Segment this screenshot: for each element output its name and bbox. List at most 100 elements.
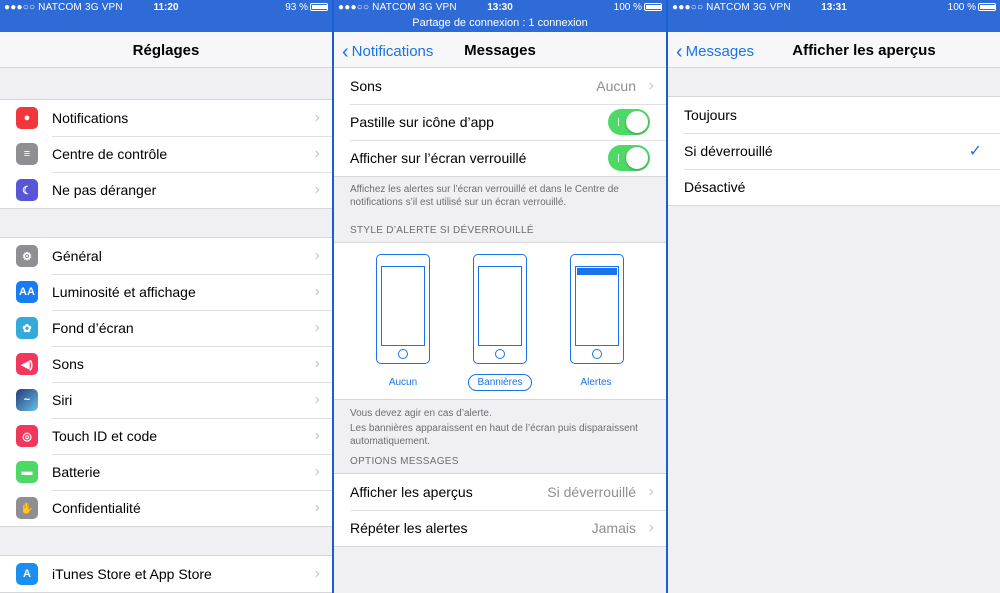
app-store-icon: A [16, 563, 38, 585]
chevron-right-icon: › [648, 519, 654, 536]
hand-icon: ✋ [16, 497, 38, 519]
gear-icon: ⚙ [16, 245, 38, 267]
checkmark-icon: ✓ [968, 143, 982, 160]
status-bar: ●●●○○ NATCOM 3G VPN 11:20 93 % [0, 0, 332, 16]
settings-row-siri[interactable]: ~ Siri › [0, 382, 332, 418]
nav-bar: Réglages [0, 32, 332, 68]
chevron-right-icon: › [314, 319, 320, 336]
alert-style-footer-2: Les bannières apparaissent en haut de l’… [350, 423, 638, 447]
chevron-right-icon: › [314, 181, 320, 198]
row-label: Afficher sur l’écran verrouillé [350, 150, 527, 166]
settings-group-1: ● Notifications › ≡ Centre de contrôle › ☾ Ne… [0, 99, 332, 209]
row-label: Siri [52, 392, 73, 408]
chevron-right-icon: › [648, 77, 654, 94]
alert-style-banners-label[interactable]: Bannières [468, 374, 532, 391]
battery-percent: 100 % [613, 2, 642, 13]
settings-group-2: ⚙ Général › AA Luminosité et affichage › ✿ Fo… [0, 237, 332, 527]
alert-style-banners-option[interactable] [473, 254, 527, 364]
settings-row-touch-id[interactable]: ◎ Touch ID et code › [0, 418, 332, 454]
alert-style-none-option[interactable] [376, 254, 430, 364]
repeat-alerts-row[interactable]: Répéter les alertes Jamais › [334, 510, 666, 546]
chevron-right-icon: › [314, 463, 320, 480]
chevron-right-icon: › [314, 565, 320, 582]
messages-settings-group: Sons Aucun › Pastille sur icône d’app Affi… [334, 68, 666, 177]
option-always[interactable]: Toujours [668, 97, 1000, 133]
settings-row-privacy[interactable]: ✋ Confidentialité › [0, 490, 332, 526]
row-value: Jamais [591, 520, 636, 536]
chevron-right-icon: › [314, 391, 320, 408]
control-center-icon: ≡ [16, 143, 38, 165]
badge-app-icon-row: Pastille sur icône d’app [334, 104, 666, 140]
row-label: Fond d’écran [52, 320, 134, 336]
settings-row-display[interactable]: AA Luminosité et affichage › [0, 274, 332, 310]
nav-bar: ‹ Messages Afficher les aperçus [668, 32, 1000, 68]
show-previews-panel: ●●●○○ NATCOM 3G VPN 13:31 100 % . ‹Messa… [668, 0, 1000, 593]
preview-options-group: Toujours Si déverrouillé ✓ Désactivé [668, 96, 1000, 206]
messages-notifications-panel: ●●●○○ NATCOM 3G VPN 13:30 100 % Partage … [334, 0, 666, 593]
tethering-banner[interactable]: Partage de connexion : 1 connexion [334, 16, 666, 32]
row-value: Si déverrouillé [547, 484, 636, 500]
chevron-right-icon: › [314, 283, 320, 300]
lock-screen-footer: Affichez les alertes sur l’écran verroui… [350, 184, 619, 208]
row-label: Notifications [52, 110, 129, 126]
option-off[interactable]: Désactivé [668, 169, 1000, 205]
chevron-right-icon: › [314, 109, 320, 126]
chevron-right-icon: › [648, 483, 654, 500]
row-label: Sons [52, 356, 84, 372]
row-label: Afficher les aperçus [350, 484, 473, 500]
page-title: Messages [464, 42, 536, 59]
status-bar: ●●●○○ NATCOM 3G VPN 13:31 100 % [668, 0, 1000, 16]
moon-icon: ☾ [16, 179, 38, 201]
row-label: Luminosité et affichage [52, 284, 196, 300]
chevron-right-icon: › [314, 247, 320, 264]
nav-bar: ‹ Notifications Messages [334, 32, 666, 68]
row-label: Toujours [684, 107, 737, 123]
row-label: iTunes Store et App Store [52, 566, 212, 582]
settings-row-do-not-disturb[interactable]: ☾ Ne pas déranger › [0, 172, 332, 208]
row-label: Touch ID et code [52, 428, 158, 444]
brightness-icon: AA [16, 281, 38, 303]
row-label: Si déverrouillé [684, 143, 773, 159]
notifications-icon: ● [16, 107, 38, 129]
chevron-right-icon: › [314, 355, 320, 372]
settings-row-general[interactable]: ⚙ Général › [0, 238, 332, 274]
chevron-right-icon: › [314, 427, 320, 444]
option-when-unlocked[interactable]: Si déverrouillé ✓ [668, 133, 1000, 169]
page-title: Afficher les aperçus [792, 42, 936, 59]
settings-row-battery[interactable]: ▬ Batterie › [0, 454, 332, 490]
settings-row-sounds[interactable]: ◀) Sons › [0, 346, 332, 382]
chevron-right-icon: › [314, 499, 320, 516]
tether-spacer: . [668, 16, 1000, 32]
settings-panel: ●●●○○ NATCOM 3G VPN 11:20 93 % . Réglage… [0, 0, 332, 593]
show-previews-row[interactable]: Afficher les aperçus Si déverrouillé › [334, 474, 666, 510]
sound-icon: ◀) [16, 353, 38, 375]
alert-style-alerts-option[interactable] [570, 254, 624, 364]
row-label: Général [52, 248, 102, 264]
settings-row-wallpaper[interactable]: ✿ Fond d’écran › [0, 310, 332, 346]
row-label: Désactivé [684, 179, 746, 195]
chevron-right-icon: › [314, 145, 320, 162]
settings-row-notifications[interactable]: ● Notifications › [0, 100, 332, 136]
settings-row-app-store[interactable]: AiTunes Store et App Store › [0, 556, 332, 592]
row-label: Sons [350, 78, 382, 94]
settings-group-3: AiTunes Store et App Store › [0, 555, 332, 593]
row-label: Ne pas déranger [52, 182, 157, 198]
siri-icon: ~ [16, 389, 38, 411]
alert-style-alerts-label[interactable]: Alertes [561, 377, 631, 388]
alert-style-header: STYLE D’ALERTE SI DÉVERROUILLÉ [350, 225, 534, 236]
row-label: Centre de contrôle [52, 146, 168, 162]
tether-spacer: . [0, 16, 332, 32]
lock-screen-toggle[interactable] [608, 145, 650, 171]
alert-style-none-label[interactable]: Aucun [368, 377, 438, 388]
battery-icon [310, 3, 328, 11]
show-on-lock-screen-row: Afficher sur l’écran verrouillé [334, 140, 666, 176]
page-title: Réglages [132, 42, 200, 59]
battery-percent: 100 % [947, 2, 976, 13]
sounds-row[interactable]: Sons Aucun › [334, 68, 666, 104]
row-label: Pastille sur icône d’app [350, 114, 494, 130]
wallpaper-icon: ✿ [16, 317, 38, 339]
settings-row-control-center[interactable]: ≡ Centre de contrôle › [0, 136, 332, 172]
screenshot-composite: ●●●○○ NATCOM 3G VPN 11:20 93 % . Réglage… [0, 0, 1000, 593]
badge-toggle[interactable] [608, 109, 650, 135]
battery-icon [978, 3, 996, 11]
